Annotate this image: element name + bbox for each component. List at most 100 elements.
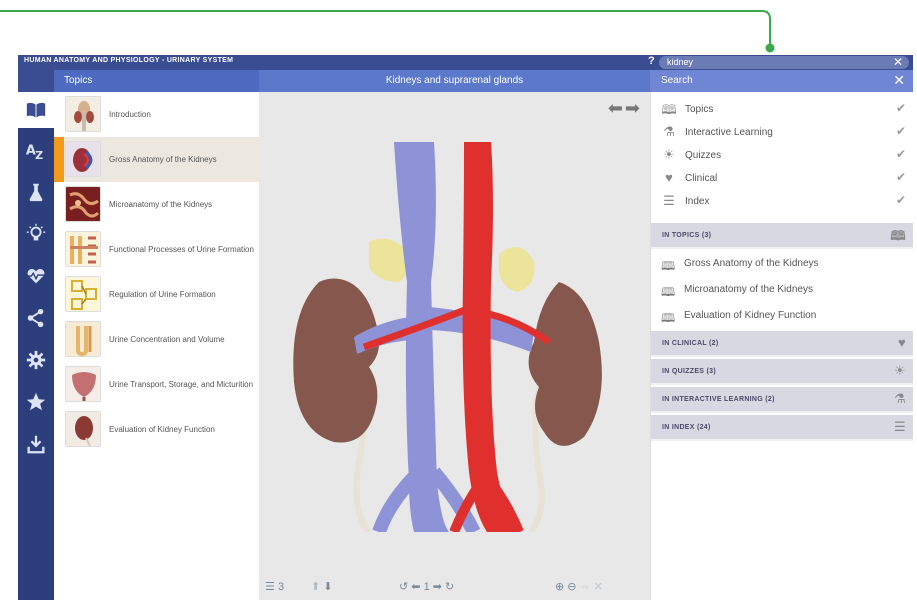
topic-label: Functional Processes of Urine Formation (109, 245, 254, 254)
topic-thumbnail (65, 321, 101, 357)
down-arrow-icon[interactable]: ⬇ (323, 581, 332, 593)
rotate-left-icon[interactable]: ↺ (399, 581, 408, 593)
rotate-right-icon[interactable]: ↻ (445, 581, 454, 593)
lightbulb-icon[interactable] (18, 216, 54, 252)
viewer-toolbar: ☰ 3 ⬆ ⬇ ↺ ⬅ 1 ➡ ↻ ⊕ ⊖ ⇔ ✕ (259, 576, 650, 600)
layers-count: 3 (277, 581, 285, 593)
model-viewer[interactable]: ⬅➡ ☰ 3 ⬆ ⬇ ↺ ⬅ 1 ➡ ↻ ⊕ ⊖ ⇔ ✕ (259, 92, 650, 600)
section-in-topics[interactable]: IN TOPICS (3) 🕮 (651, 223, 913, 249)
up-arrow-icon[interactable]: ⬆ (311, 581, 320, 593)
heartbeat-icon: ♥ (665, 170, 673, 185)
search-input[interactable]: kidney ✕ (659, 55, 909, 69)
layers-control[interactable]: ☰ 3 (265, 580, 284, 593)
check-icon[interactable]: ✔ (896, 193, 906, 207)
topic-thumbnail (65, 366, 101, 402)
zoom-in-icon[interactable]: ⊕ (555, 581, 564, 593)
search-value[interactable]: kidney (667, 57, 693, 67)
close-search-button[interactable]: ✕ (893, 72, 905, 89)
topic-thumbnail (65, 231, 101, 267)
search-panel: 🕮 Topics ✔ ⚗ Interactive Learning ✔ ☀ Qu… (650, 92, 913, 600)
lightbulb-icon: ☀ (894, 363, 906, 378)
header-row: Topics Kidneys and suprarenal glands Sea… (18, 70, 913, 92)
prev-view-icon[interactable]: ⬅ (411, 581, 420, 593)
forward-arrow-icon[interactable]: ➡ (625, 98, 642, 118)
filter-quizzes[interactable]: ☀ Quizzes ✔ (651, 144, 913, 167)
star-icon[interactable] (18, 384, 54, 420)
result-label: Gross Anatomy of the Kidneys (684, 258, 819, 269)
filter-interactive-learning[interactable]: ⚗ Interactive Learning ✔ (651, 121, 913, 144)
topics-header: Topics (54, 70, 259, 92)
check-icon[interactable]: ✔ (896, 147, 906, 161)
result-item[interactable]: 🕮 Microanatomy of the Kidneys (651, 277, 913, 303)
topic-thumbnail (65, 96, 101, 132)
topic-label: Regulation of Urine Formation (109, 290, 216, 299)
filter-index[interactable]: ☰ Index ✔ (651, 190, 913, 213)
section-in-quizzes[interactable]: IN QUIZZES (3) ☀ (651, 359, 913, 385)
az-icon[interactable]: AZ (18, 132, 54, 168)
filter-clinical[interactable]: ♥ Clinical ✔ (651, 167, 913, 190)
search-header-label: Search (661, 75, 693, 86)
section-in-index[interactable]: IN INDEX (24) ☰ (651, 415, 913, 441)
flask-icon: ⚗ (663, 124, 675, 139)
topic-evaluation[interactable]: Evaluation of Kidney Function (54, 407, 259, 452)
check-icon[interactable]: ✔ (896, 101, 906, 115)
filter-label: Clinical (685, 173, 718, 184)
download-icon[interactable] (18, 426, 54, 462)
book-icon[interactable] (18, 92, 54, 128)
book-icon: 🕮 (890, 228, 906, 243)
layers-icon[interactable]: ☰ (265, 581, 275, 593)
filter-label: Index (685, 196, 710, 207)
topic-gross-anatomy[interactable]: Gross Anatomy of the Kidneys (54, 137, 259, 182)
topic-label: Gross Anatomy of the Kidneys (109, 155, 217, 164)
view-title-bar: Kidneys and suprarenal glands (259, 70, 650, 92)
result-item[interactable]: 🕮 Gross Anatomy of the Kidneys (651, 251, 913, 277)
heartbeat-icon: ♥ (897, 335, 906, 350)
flask-icon[interactable] (18, 174, 54, 210)
result-item[interactable]: 🕮 Evaluation of Kidney Function (651, 303, 913, 329)
list-icon: ☰ (894, 419, 906, 434)
topic-urine-transport[interactable]: Urine Transport, Storage, and Micturitio… (54, 362, 259, 407)
callout-line (0, 10, 775, 53)
book-icon: 🕮 (661, 102, 677, 117)
topic-microanatomy[interactable]: Microanatomy of the Kidneys (54, 182, 259, 227)
section-in-clinical[interactable]: IN CLINICAL (2) ♥ (651, 331, 913, 357)
right-kidney (528, 282, 602, 446)
topic-urine-concentration[interactable]: Urine Concentration and Volume (54, 317, 259, 362)
pin-icon[interactable]: ✕ (594, 581, 603, 593)
clear-search-button[interactable]: ✕ (893, 55, 903, 69)
next-view-icon[interactable]: ➡ (433, 581, 442, 593)
section-in-interactive-learning[interactable]: IN INTERACTIVE LEARNING (2) ⚗ (651, 387, 913, 413)
svg-text:Z: Z (35, 149, 43, 161)
app-window: HUMAN ANATOMY AND PHYSIOLOGY - URINARY S… (18, 55, 913, 600)
back-arrow-icon[interactable]: ⬅ (608, 98, 625, 118)
help-button[interactable]: ? (648, 55, 655, 67)
topic-label: Microanatomy of the Kidneys (109, 200, 213, 209)
topics-header-label: Topics (64, 75, 93, 86)
topic-regulation[interactable]: Regulation of Urine Formation (54, 272, 259, 317)
kidney-3d-model[interactable] (259, 142, 650, 532)
app-title: HUMAN ANATOMY AND PHYSIOLOGY - URINARY S… (24, 57, 234, 64)
gear-icon[interactable] (18, 342, 54, 378)
filter-label: Quizzes (685, 150, 722, 161)
topic-introduction[interactable]: Introduction (54, 92, 259, 137)
active-indicator (54, 137, 64, 182)
heartbeat-icon[interactable] (18, 258, 54, 294)
check-icon[interactable]: ✔ (896, 170, 906, 184)
topic-thumbnail (65, 141, 101, 177)
topic-functional-processes[interactable]: Functional Processes of Urine Formation (54, 227, 259, 272)
book-icon: 🕮 (661, 285, 676, 299)
filter-topics[interactable]: 🕮 Topics ✔ (651, 98, 913, 121)
zoom-out-icon[interactable]: ⊖ (567, 581, 576, 593)
check-icon[interactable]: ✔ (896, 124, 906, 138)
section-label: IN INTERACTIVE LEARNING (2) (662, 396, 775, 403)
right-adrenal-gland (499, 247, 535, 292)
view-page-number: 1 (423, 581, 430, 593)
share-icon[interactable] (18, 300, 54, 336)
flip-icon[interactable]: ⇔ (580, 581, 591, 593)
topic-thumbnail (65, 276, 101, 312)
lightbulb-icon: ☀ (663, 147, 675, 162)
book-icon: 🕮 (661, 259, 676, 273)
topic-label: Introduction (109, 110, 151, 119)
view-title: Kidneys and suprarenal glands (385, 75, 524, 86)
search-header: Search ✕ (650, 70, 913, 92)
